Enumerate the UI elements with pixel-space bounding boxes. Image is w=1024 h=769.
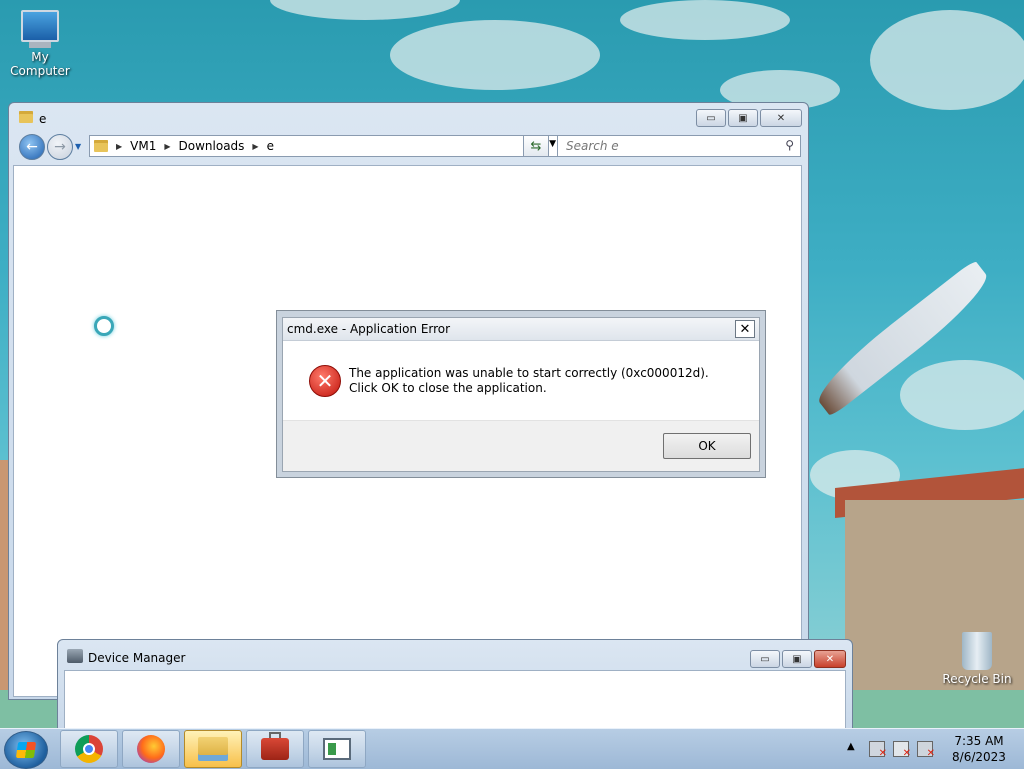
search-input[interactable]: Search e ⚲ (557, 135, 801, 157)
recent-pages-dropdown[interactable]: ▼ (75, 142, 81, 151)
desktop-icon-label: My Computer (10, 50, 70, 78)
explorer-titlebar[interactable]: e ▭ ▣ ✕ (9, 103, 808, 133)
refresh-button[interactable]: ⇆ (523, 135, 549, 157)
cloud (900, 360, 1024, 430)
search-icon[interactable]: ⚲ (785, 138, 794, 152)
breadcrumb-arrow-icon[interactable]: ▶ (252, 142, 258, 151)
windows-logo-icon (15, 742, 37, 758)
cloud (390, 20, 600, 90)
breadcrumb-arrow-icon[interactable]: ▶ (164, 142, 170, 151)
breadcrumb-e[interactable]: e (267, 139, 274, 153)
desktop-icon-label: Recycle Bin (942, 672, 1012, 686)
cloud (870, 10, 1024, 110)
dialog-message: The application was unable to start corr… (349, 366, 709, 395)
close-button[interactable]: ✕ (760, 109, 802, 127)
breadcrumb-downloads[interactable]: Downloads (179, 139, 245, 153)
maximize-button[interactable]: ▣ (782, 650, 812, 668)
system-tray: ▲ ✕ ✕ ✕ 7:35 AM 8/6/2023 (839, 729, 1024, 769)
taskbar-device-manager[interactable] (308, 730, 366, 768)
error-dialog: cmd.exe - Application Error ✕ ✕ The appl… (276, 310, 766, 478)
ok-button[interactable]: OK (663, 433, 751, 459)
search-placeholder: Search e (566, 139, 619, 153)
device-manager-window: Device Manager ▭ ▣ ✕ (57, 639, 853, 736)
show-hidden-icons-button[interactable]: ▲ (847, 741, 855, 752)
toolbox-icon (261, 732, 289, 760)
address-bar[interactable]: ▶ VM1 ▶ Downloads ▶ e ▼ (89, 135, 561, 157)
minimize-button[interactable]: ▭ (696, 109, 726, 127)
firefox-icon (137, 735, 165, 763)
device-manager-content[interactable] (64, 670, 846, 735)
action-center-icon[interactable]: ✕ (869, 741, 887, 759)
folder-icon (19, 111, 33, 123)
folder-icon (94, 140, 108, 152)
volume-muted-icon[interactable]: ✕ (917, 741, 935, 759)
taskbar-file-explorer[interactable] (184, 730, 242, 768)
network-icon[interactable]: ✕ (893, 741, 911, 759)
device-manager-icon (323, 738, 351, 760)
device-manager-icon (67, 649, 83, 663)
breadcrumb-arrow-icon[interactable]: ▶ (116, 142, 122, 151)
taskbar-chrome[interactable] (60, 730, 118, 768)
minimize-button[interactable]: ▭ (750, 650, 780, 668)
clock-date: 8/6/2023 (952, 750, 1006, 764)
dialog-title: cmd.exe - Application Error (287, 322, 451, 336)
taskbar: ▲ ✕ ✕ ✕ 7:35 AM 8/6/2023 (0, 728, 1024, 769)
back-arrow-icon: ← (26, 139, 38, 155)
taskbar-firefox[interactable] (122, 730, 180, 768)
recycle-bin-icon (962, 632, 992, 670)
cloud (270, 0, 460, 20)
start-button[interactable] (4, 731, 48, 769)
refresh-icon: ⇆ (530, 138, 542, 154)
address-dropdown-icon[interactable]: ▼ (549, 139, 556, 149)
window-title: e (39, 112, 47, 126)
file-explorer-icon (198, 737, 228, 761)
computer-icon (2, 10, 78, 48)
clock[interactable]: 7:35 AM 8/6/2023 (944, 733, 1014, 765)
dialog-button-bar: OK (283, 420, 759, 471)
dialog-titlebar[interactable]: cmd.exe - Application Error ✕ (283, 318, 759, 341)
chrome-icon (75, 735, 103, 763)
forward-button[interactable]: → (47, 134, 73, 160)
maximize-button[interactable]: ▣ (728, 109, 758, 127)
desktop-icon-recycle-bin[interactable]: Recycle Bin (942, 632, 1012, 686)
cloud (620, 0, 790, 40)
forward-arrow-icon: → (54, 139, 66, 155)
desktop-icon-my-computer[interactable]: My Computer (2, 10, 78, 78)
window-title: Device Manager (88, 651, 186, 665)
clock-time: 7:35 AM (954, 734, 1004, 748)
dialog-close-button[interactable]: ✕ (735, 320, 755, 338)
back-button[interactable]: ← (19, 134, 45, 160)
busy-cursor-icon (94, 316, 114, 336)
close-button[interactable]: ✕ (814, 650, 846, 668)
navigation-bar: ← → ▼ ▶ VM1 ▶ Downloads ▶ e ▼ ⇆ Search e ⚲ (17, 133, 801, 161)
taskbar-toolbox[interactable] (246, 730, 304, 768)
error-icon: ✕ (309, 365, 341, 397)
breadcrumb-vm1[interactable]: VM1 (130, 139, 156, 153)
